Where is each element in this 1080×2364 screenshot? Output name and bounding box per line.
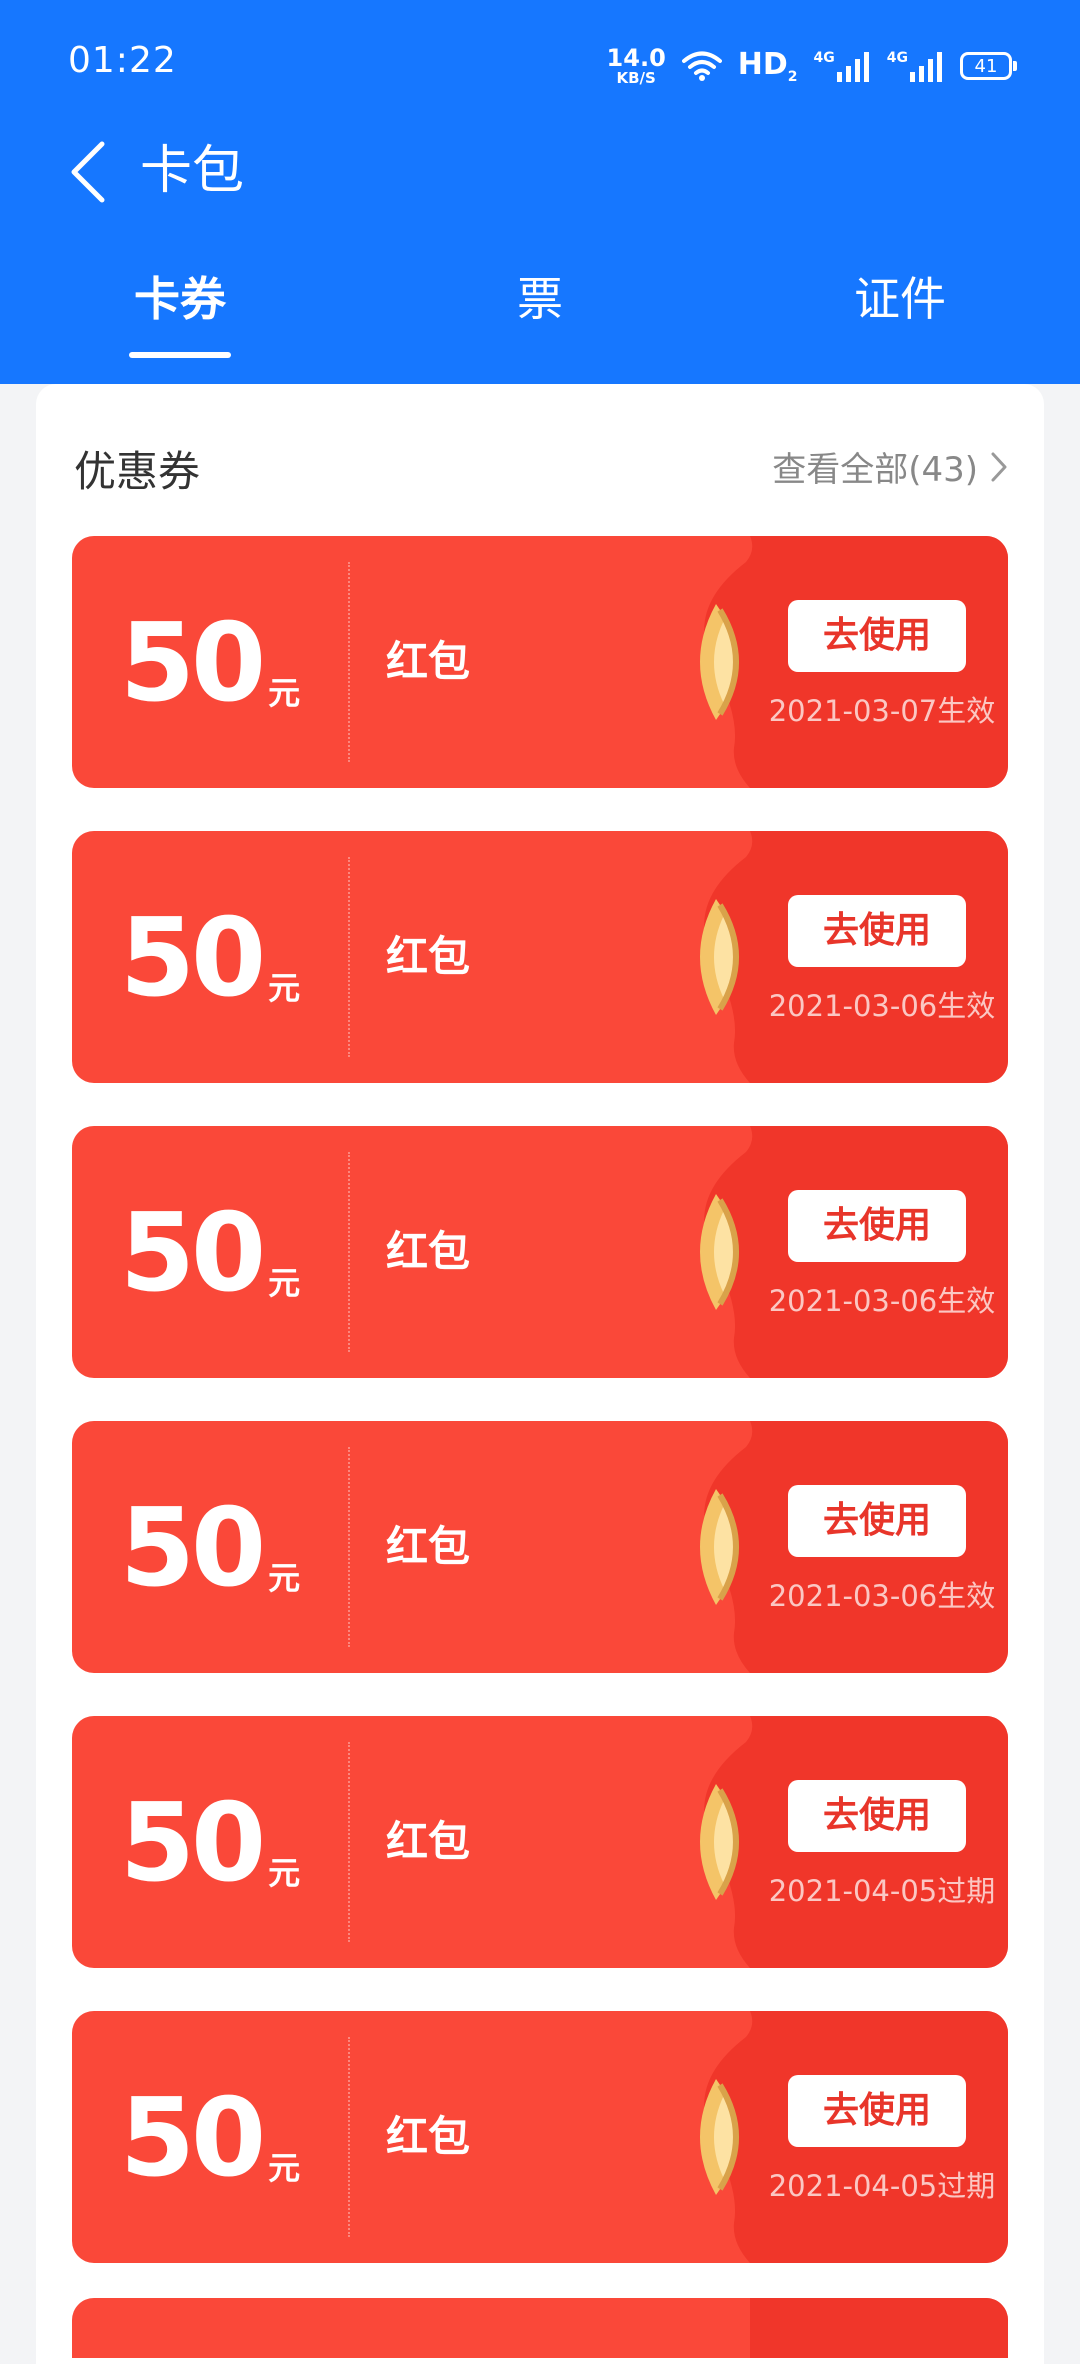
view-all-link[interactable]: 查看全部(43): [772, 442, 1008, 491]
coupon-amount-unit: 元: [268, 1559, 301, 1597]
coupon-date: 2021-03-06生效: [768, 1284, 996, 1318]
coupon-amount: 50 元: [72, 536, 348, 788]
section-title: 优惠券: [74, 447, 201, 496]
page-title: 卡包: [140, 141, 245, 201]
coupon-name: 红包: [386, 637, 471, 686]
use-coupon-button[interactable]: 去使用: [788, 1485, 966, 1557]
tab-bar: 卡券 票 证件: [0, 264, 1080, 374]
signal-4g-icon: 4G: [814, 50, 871, 82]
coupon-amount-value: 50: [119, 1781, 266, 1906]
coupon-date: 2021-04-05过期: [768, 2169, 996, 2203]
coupon-amount-unit: 元: [268, 674, 301, 712]
status-bar: 01:22 14.0 KB/S HD2 4G 4G 41: [0, 0, 1080, 130]
coupon-card[interactable]: 50 元 红包 去使用 2021-04-05过期: [72, 1716, 1008, 1968]
status-time: 01:22: [68, 40, 177, 81]
coupon-name: 红包: [386, 932, 471, 981]
network-speed: 14.0 KB/S: [606, 44, 666, 87]
tab-coupons[interactable]: 卡券: [80, 264, 280, 358]
coupon-divider: [348, 562, 350, 762]
coupon-card[interactable]: 50 元 红包 去使用 2021-03-06生效: [72, 1421, 1008, 1673]
use-coupon-button[interactable]: 去使用: [788, 2075, 966, 2147]
tab-certificates[interactable]: 证件: [800, 264, 1000, 334]
coupon-card[interactable]: 50 元 红包 去使用 2021-03-07生效: [72, 536, 1008, 788]
coupon-divider: [348, 1742, 350, 1942]
coupon-card[interactable]: 50 元 红包 去使用 2021-04-05过期: [72, 2011, 1008, 2263]
hd-icon: HD2: [737, 47, 798, 85]
coupon-date: 2021-03-07生效: [768, 694, 996, 728]
use-coupon-button[interactable]: 去使用: [788, 600, 966, 672]
use-coupon-button[interactable]: 去使用: [788, 1190, 966, 1262]
coupon-amount-value: 50: [119, 601, 266, 726]
use-coupon-button[interactable]: 去使用: [788, 1780, 966, 1852]
coupon-amount: 50 元: [72, 1126, 348, 1378]
tab-indicator: [129, 352, 231, 358]
coupon-amount: 50 元: [72, 831, 348, 1083]
coupon-amount-unit: 元: [268, 1264, 301, 1302]
coupon-divider: [348, 857, 350, 1057]
status-icons: 14.0 KB/S HD2 4G 4G 41: [606, 44, 1017, 88]
coupon-card[interactable]: 50 元 红包 去使用 2021-03-06生效: [72, 1126, 1008, 1378]
coupon-date: 2021-04-05过期: [768, 1874, 996, 1908]
nav-bar: 卡包: [0, 128, 1080, 216]
chevron-right-icon: [991, 452, 1007, 481]
coupon-amount: 50 元: [72, 1716, 348, 1968]
coupon-amount-unit: 元: [268, 2149, 301, 2187]
signal-4g-icon-2: 4G: [887, 50, 944, 82]
coupon-amount: 50 元: [72, 2011, 348, 2263]
coupon-amount-unit: 元: [268, 969, 301, 1007]
coupon-amount-unit: 元: [268, 1854, 301, 1892]
coupon-amount-value: 50: [119, 896, 266, 1021]
coupon-name: 红包: [386, 1817, 471, 1866]
coupon-name: 红包: [386, 2112, 471, 2161]
coupon-amount-value: 50: [119, 2076, 266, 2201]
coupon-divider: [348, 1152, 350, 1352]
coupon-card-panel: 优惠券 查看全部(43) 50 元 红包 去使用 2021-03-07生效 50: [36, 384, 1044, 2364]
app-header: 01:22 14.0 KB/S HD2 4G 4G 41 卡包 卡券 票 证件: [0, 0, 1080, 384]
coupon-amount-value: 50: [119, 1486, 266, 1611]
coupon-amount: 50 元: [72, 1421, 348, 1673]
coupon-name: 红包: [386, 1522, 471, 1571]
chevron-left-icon: [71, 141, 105, 203]
coupon-date: 2021-03-06生效: [768, 1579, 996, 1613]
battery-icon: 41: [960, 52, 1017, 80]
coupon-card[interactable]: 50 元 红包 去使用 2021-03-06生效: [72, 831, 1008, 1083]
coupon-date: 2021-03-06生效: [768, 989, 996, 1023]
tab-tickets[interactable]: 票: [440, 264, 640, 334]
coupon-amount-value: 50: [119, 1191, 266, 1316]
coupon-divider: [348, 1447, 350, 1647]
back-button[interactable]: [48, 132, 128, 212]
coupon-divider: [348, 2037, 350, 2237]
use-coupon-button[interactable]: 去使用: [788, 895, 966, 967]
coupon-card-partial: [72, 2298, 1008, 2358]
coupon-name: 红包: [386, 1227, 471, 1276]
wifi-icon: [681, 51, 722, 81]
